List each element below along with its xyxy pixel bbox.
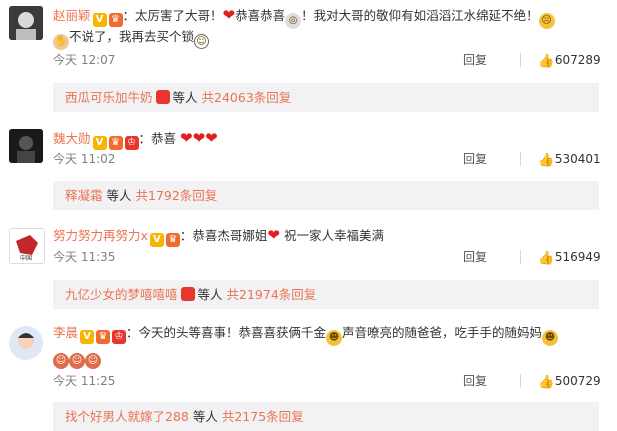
heart-icon: ❤ <box>222 6 236 24</box>
sub-reply-count[interactable]: 共2175条回复 <box>222 409 304 424</box>
username[interactable]: 努力努力再努力x <box>53 228 148 243</box>
heart-icon: ❤ <box>192 129 206 147</box>
like-count: 500729 <box>554 374 601 388</box>
crown-badge-icon: ♔ <box>124 136 139 150</box>
like-button[interactable]: 👍 516949 <box>538 249 601 265</box>
avatar[interactable]: 中国 <box>9 228 45 264</box>
crying-emoji-icon: ☹ <box>538 13 555 29</box>
sub-reply-username[interactable]: 九亿少女的梦嘻嘻嘻 <box>65 287 178 302</box>
avatar-image <box>9 129 43 163</box>
vip-badge-icon <box>180 287 195 301</box>
sub-reply-box[interactable]: 找个好男人就嫁了288 等人 共2175条回复 <box>53 402 599 431</box>
comment-time: 今天 11:02 <box>53 152 116 166</box>
reply-button[interactable]: 回复 <box>463 52 487 68</box>
verified-badge-icon: V <box>92 13 107 27</box>
like-button[interactable]: 👍 500729 <box>538 373 601 389</box>
comment-text-b: 声音嘹亮的随爸爸，吃手手的随妈妈 <box>342 325 543 340</box>
avatar-image <box>9 326 43 360</box>
vip-badge-icon: ♛ <box>108 13 123 27</box>
comment-text-a: ：恭喜杰哥娜姐 <box>179 228 268 243</box>
reply-button[interactable]: 回复 <box>463 249 487 265</box>
thumbs-up-icon: 👍 <box>538 153 555 168</box>
grin-emoji-icon: ☻ <box>326 330 343 346</box>
avatar-image: 中国 <box>10 229 44 263</box>
vip-badge-icon <box>155 90 170 104</box>
baby-emoji-icon: ☺ <box>69 353 85 369</box>
sub-reply-box[interactable]: 九亿少女的梦嘻嘻嘻 等人 共21974条回复 <box>53 280 599 309</box>
vip-badge-icon: ♛ <box>96 330 111 344</box>
like-button[interactable]: 👍 530401 <box>538 151 601 167</box>
comment-text-a: ：今天的头等喜事！恭喜喜获俩千金 <box>126 325 327 340</box>
comment-text-d: 不说了，我再去买个锁 <box>69 29 195 44</box>
baby-emoji-icon: ☺ <box>53 353 69 369</box>
grin-emoji-icon: ☻ <box>542 330 559 346</box>
verified-badge-icon: V <box>92 136 107 150</box>
avatar[interactable] <box>9 326 43 360</box>
comment-text: 魏大勋 V ♛ ♔ ：恭喜 ❤❤❤ <box>53 128 218 150</box>
avatar[interactable] <box>9 6 43 40</box>
sub-reply-username[interactable]: 找个好男人就嫁了288 <box>65 409 189 424</box>
like-button[interactable]: 👍 607289 <box>538 52 601 68</box>
comment-time: 今天 11:25 <box>53 374 116 388</box>
heart-icon: ❤ <box>267 226 280 244</box>
divider <box>520 374 521 388</box>
sub-reply-mid: 等人 <box>106 188 132 203</box>
divider <box>520 152 521 166</box>
reply-button[interactable]: 回复 <box>463 151 487 167</box>
like-count: 607289 <box>554 53 601 67</box>
sub-reply-mid: 等人 <box>197 287 223 302</box>
bow-emoji-icon: ◎ <box>285 13 302 29</box>
verified-badge-icon: V <box>80 330 95 344</box>
thumbs-up-icon: 👍 <box>538 251 555 266</box>
comment-time: 今天 11:35 <box>53 250 116 264</box>
comment-text-line2: ☺ ☺ ☺ <box>53 346 101 369</box>
verified-badge-icon: V <box>149 233 164 247</box>
like-count: 516949 <box>554 250 601 264</box>
sub-reply-username[interactable]: 释凝霜 <box>65 188 103 203</box>
divider <box>520 250 521 264</box>
comment-text-a: ：恭喜 <box>138 131 177 146</box>
sub-reply-username[interactable]: 西瓜可乐加牛奶 <box>65 90 153 105</box>
thumbs-up-icon: 👍 <box>538 375 555 390</box>
comment-text-b: 祝一家人幸福美满 <box>283 228 384 243</box>
thumbs-up-icon: 👍 <box>538 54 555 69</box>
sub-reply-count[interactable]: 共21974条回复 <box>227 287 317 302</box>
comment-text-line2: ✋ 不说了，我再去买个锁 ☺ <box>53 27 210 50</box>
avatar[interactable] <box>9 129 43 163</box>
comment-text: 赵丽颖 V ♛ ：太厉害了大哥！❤恭喜恭喜 ◎ ！我对大哥的敬仰有如滔滔江水绵延不绝！ ☹ <box>53 5 555 29</box>
username[interactable]: 赵丽颖 <box>53 8 91 23</box>
sub-reply-mid: 等人 <box>172 90 198 105</box>
sub-reply-count[interactable]: 共24063条回复 <box>202 90 292 105</box>
sub-reply-box[interactable]: 西瓜可乐加牛奶 等人 共24063条回复 <box>53 83 599 112</box>
smile-emoji-icon: ☺ <box>194 34 210 49</box>
heart-icon: ❤ <box>180 129 193 147</box>
comment-text-c: ！我对大哥的敬仰有如滔滔江水绵延不绝！ <box>301 8 539 23</box>
avatar-image <box>9 6 43 40</box>
username[interactable]: 魏大勋 <box>53 131 91 146</box>
divider <box>520 53 521 67</box>
praying-hands-icon: ✋ <box>53 34 69 50</box>
comment-time: 今天 12:07 <box>53 53 116 67</box>
sub-reply-mid: 等人 <box>192 409 218 424</box>
sub-reply-box[interactable]: 释凝霜 等人 共1792条回复 <box>53 181 599 210</box>
comment-text-a: ：太厉害了大哥！ <box>122 8 223 23</box>
like-count: 530401 <box>554 152 601 166</box>
reply-button[interactable]: 回复 <box>463 373 487 389</box>
svg-text:中国: 中国 <box>20 254 32 262</box>
username[interactable]: 李晨 <box>53 325 78 340</box>
comment-text: 李晨 V ♛ ♔ ：今天的头等喜事！恭喜喜获俩千金 ☻ 声音嘹亮的随爸爸，吃手手的随妈妈 ☻ <box>53 323 559 346</box>
heart-icon: ❤ <box>205 129 218 147</box>
sub-reply-count[interactable]: 共1792条回复 <box>136 188 218 203</box>
vip-badge-icon: ♛ <box>165 233 180 247</box>
vip-badge-icon: ♛ <box>108 136 123 150</box>
comment-text: 努力努力再努力x V ♛ ：恭喜杰哥娜姐❤ 祝一家人幸福美满 <box>53 225 384 247</box>
baby-emoji-icon: ☺ <box>85 353 101 369</box>
comment-text-b: 恭喜恭喜 <box>235 8 286 23</box>
crown-badge-icon: ♔ <box>112 330 127 344</box>
